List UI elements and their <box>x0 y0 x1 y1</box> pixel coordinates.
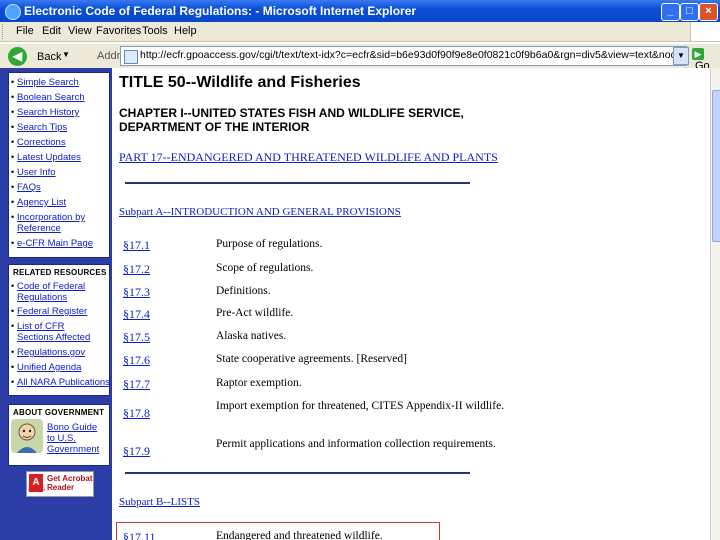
address-dropdown-button[interactable]: ▼ <box>673 47 689 65</box>
section-17-6-link[interactable]: §17.6 <box>123 353 150 368</box>
section-17-5-link[interactable]: §17.5 <box>123 330 150 345</box>
menu-help[interactable]: Help <box>174 25 197 37</box>
menu-file[interactable]: File <box>16 25 34 37</box>
bono-guide-link-line3[interactable]: Government <box>47 444 99 455</box>
section-17-7-link[interactable]: §17.7 <box>123 377 150 392</box>
get-acrobat-reader-button[interactable]: A Get Acrobat Reader Adobe <box>26 471 94 497</box>
subpart-a-link[interactable]: Subpart A--INTRODUCTION AND GENERAL PROV… <box>119 206 401 218</box>
page-icon <box>124 50 138 64</box>
bono-guide-image[interactable] <box>11 419 43 453</box>
section-description: Purpose of regulations. <box>216 238 323 250</box>
sidebar-link-list-of-cfr[interactable]: List of CFR <box>17 321 65 332</box>
toolbar-grip[interactable] <box>2 24 6 39</box>
divider <box>125 472 470 474</box>
minimize-button[interactable]: _ <box>661 3 680 21</box>
sidebar-link-incorporation-by[interactable]: Incorporation by <box>17 212 85 223</box>
menu-favorites[interactable]: Favorites <box>96 25 141 37</box>
nav-box: • Simple Search • Boolean Search • Search H… <box>8 72 110 258</box>
sidebar-link-all-nara-publications[interactable]: All NARA Publications <box>17 377 110 388</box>
menu-tools[interactable]: Tools <box>142 25 168 37</box>
section-17-9-link[interactable]: §17.9 <box>123 444 150 459</box>
go-arrow-icon: ▶ <box>692 48 704 60</box>
scrollbar-thumb[interactable] <box>712 90 720 242</box>
section-17-4-link[interactable]: §17.4 <box>123 307 150 322</box>
windows-logo-icon <box>690 22 720 41</box>
sidebar-link-search-tips[interactable]: Search Tips <box>17 122 67 133</box>
section-description: Raptor exemption. <box>216 377 302 389</box>
section-17-8-link[interactable]: §17.8 <box>123 406 150 421</box>
bono-guide-link-line2[interactable]: to U.S. <box>47 433 76 444</box>
section-17-3-link[interactable]: §17.3 <box>123 285 150 300</box>
section-17-2-link[interactable]: §17.2 <box>123 262 150 277</box>
section-description: Definitions. <box>216 285 271 297</box>
acrobat-reader-label: Get Acrobat Reader <box>47 474 93 492</box>
sidebar-link-search-history[interactable]: Search History <box>17 107 79 118</box>
sidebar-link-code-of-federal[interactable]: Code of Federal <box>17 281 85 292</box>
sidebar-link-faqs[interactable]: FAQs <box>17 182 41 193</box>
internet-explorer-icon <box>5 4 21 20</box>
back-label: Back <box>37 51 62 63</box>
sidebar-link-latest-updates[interactable]: Latest Updates <box>17 152 81 163</box>
chevron-down-icon[interactable]: ▼ <box>62 50 70 59</box>
close-button[interactable]: × <box>699 3 718 21</box>
title-bar: Electronic Code of Federal Regulations: … <box>0 0 720 22</box>
address-url: http://ecfr.gpoaccess.gov/cgi/t/text/tex… <box>140 49 686 61</box>
sidebar-link-regulations-gov[interactable]: Regulations.gov <box>17 347 85 358</box>
sidebar-link-regulations[interactable]: Regulations <box>17 292 67 303</box>
divider <box>125 182 470 184</box>
back-arrow-icon: ◀ <box>8 47 27 66</box>
back-button[interactable]: ◀ Back ▼ <box>8 47 70 67</box>
page-title: TITLE 50--Wildlife and Fisheries <box>119 74 361 91</box>
menu-edit[interactable]: Edit <box>42 25 61 37</box>
sidebar-link-boolean-search[interactable]: Boolean Search <box>17 92 85 103</box>
about-government-heading: ABOUT GOVERNMENT <box>13 408 105 417</box>
sidebar-link-reference[interactable]: Reference <box>17 223 61 234</box>
sidebar-link-sections-affected[interactable]: Sections Affected <box>17 332 90 343</box>
section-description: Pre-Act wildlife. <box>216 307 294 319</box>
bono-guide-link[interactable]: Bono Guide <box>47 422 97 433</box>
window-title: Electronic Code of Federal Regulations: … <box>24 4 417 18</box>
section-description: Scope of regulations. <box>216 262 314 274</box>
sidebar-link-federal-register[interactable]: Federal Register <box>17 306 87 317</box>
sidebar-link-simple-search[interactable]: Simple Search <box>17 77 79 88</box>
chapter-heading: CHAPTER I--UNITED STATES FISH AND WILDLI… <box>119 106 464 134</box>
sidebar-link-agency-list[interactable]: Agency List <box>17 197 66 208</box>
vertical-scrollbar[interactable] <box>710 68 720 540</box>
related-resources-heading: RELATED RESOURCES <box>13 268 107 277</box>
address-input[interactable]: http://ecfr.gpoaccess.gov/cgi/t/text/tex… <box>120 46 687 66</box>
section-description: State cooperative agreements. [Reserved] <box>216 353 407 365</box>
sidebar-link-corrections[interactable]: Corrections <box>17 137 66 148</box>
subpart-b-link[interactable]: Subpart B--LISTS <box>119 496 200 508</box>
maximize-button[interactable]: □ <box>680 3 699 21</box>
part-17-link[interactable]: PART 17--ENDANGERED AND THREATENED WILDL… <box>119 150 498 165</box>
main-content: TITLE 50--Wildlife and Fisheries CHAPTER… <box>112 68 710 540</box>
sidebar-link-unified-agenda[interactable]: Unified Agenda <box>17 362 81 373</box>
section-17-1-link[interactable]: §17.1 <box>123 238 150 253</box>
sidebar-link-user-info[interactable]: User Info <box>17 167 56 178</box>
section-17-11-link[interactable]: §17.11 <box>123 530 156 540</box>
section-description: Endangered and threatened wildlife. <box>216 530 383 540</box>
section-description: Import exemption for threatened, CITES A… <box>216 400 505 412</box>
about-government-box: ABOUT GOVERNMENT Bono Guide to U.S. Gove… <box>8 404 110 466</box>
menu-view[interactable]: View <box>68 25 92 37</box>
menu-bar: File Edit View Favorites Tools Help <box>0 22 720 42</box>
related-resources-box: RELATED RESOURCES • Code of Federal Regul… <box>8 264 110 396</box>
section-description: Permit applications and information coll… <box>216 438 496 450</box>
sidebar-link-ecfr-main-page[interactable]: e-CFR Main Page <box>17 238 93 249</box>
section-description: Alaska natives. <box>216 330 287 342</box>
sidebar: • Simple Search • Boolean Search • Search H… <box>0 68 112 540</box>
address-bar: ◀ Back ▼ Address http://ecfr.gpoaccess.g… <box>0 44 720 72</box>
